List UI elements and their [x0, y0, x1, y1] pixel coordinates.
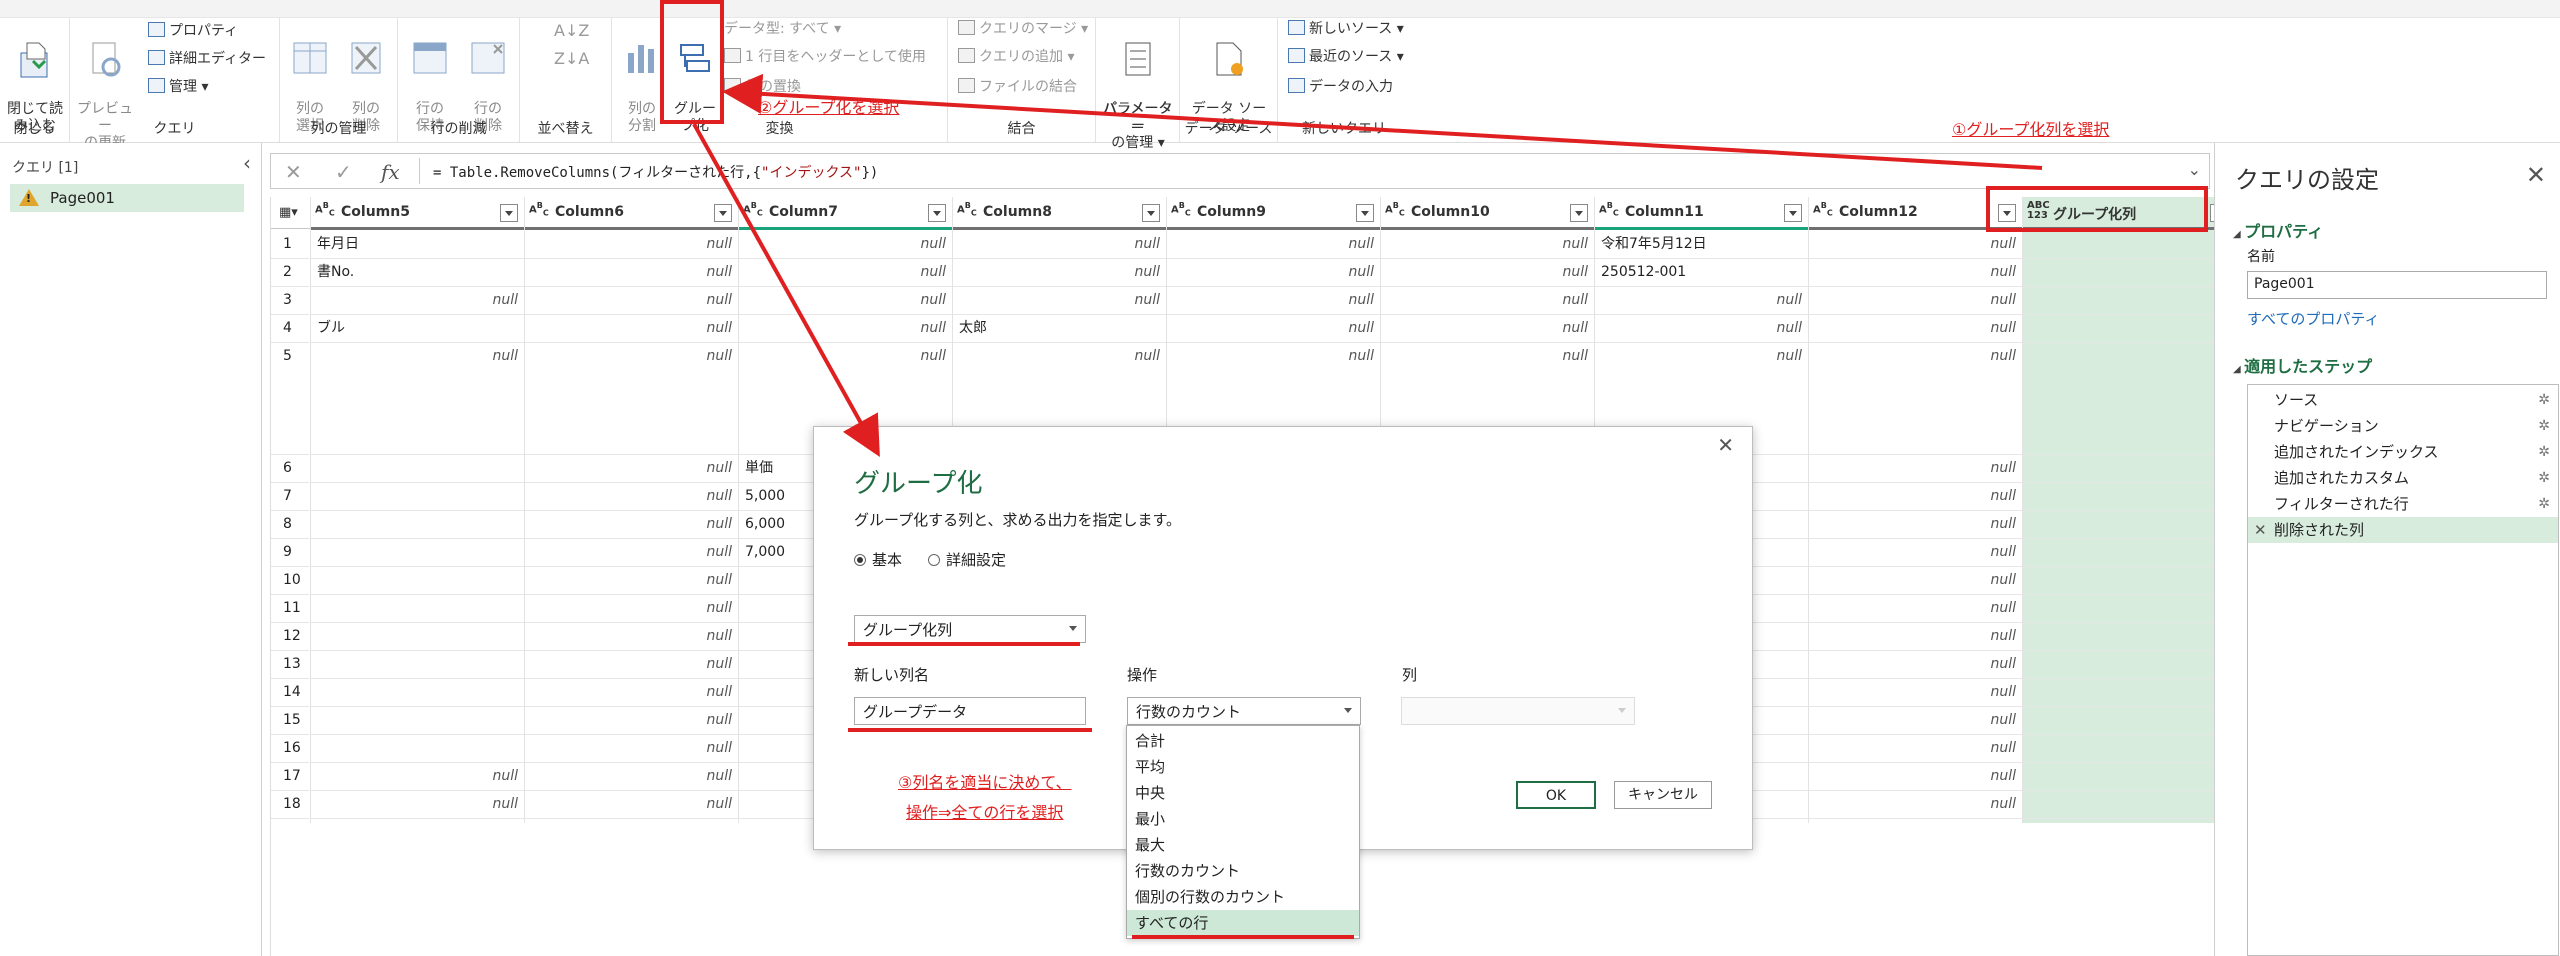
arrow-to-group-by: [722, 73, 2043, 170]
arrow-to-dialog: [692, 123, 880, 457]
annotation-arrows: [692, 73, 2043, 457]
